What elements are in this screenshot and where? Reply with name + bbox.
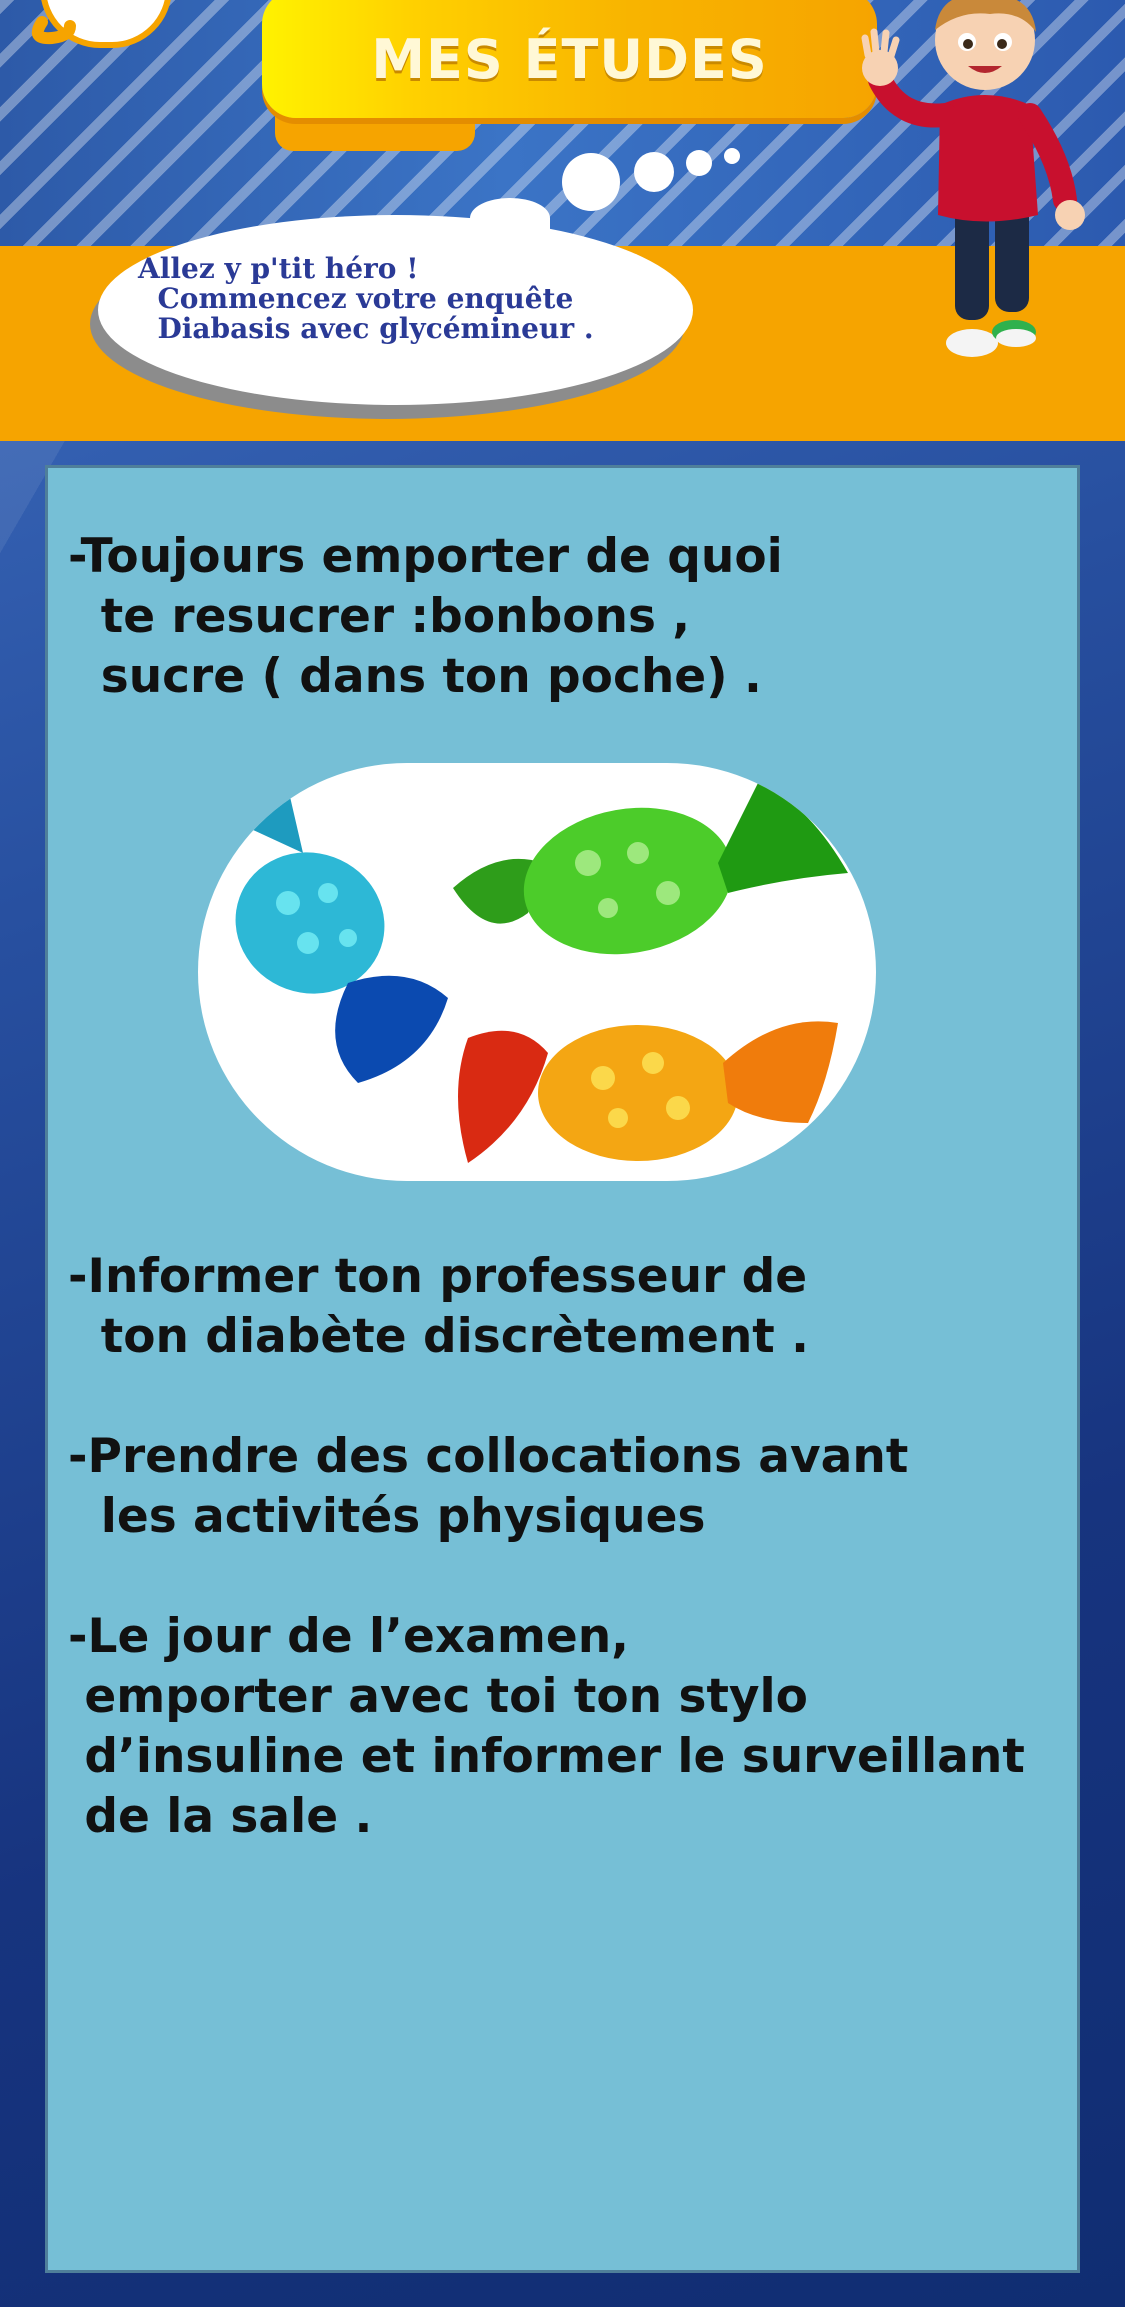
candy-illustration (198, 763, 876, 1181)
thought-dot-tiny (724, 148, 740, 164)
bubble-line-1: Allez y p'tit héro ! (138, 252, 419, 285)
logo-icon[interactable] (30, 0, 180, 52)
candy-blue-icon (235, 788, 448, 1083)
tip4-line-4: de la sale . (68, 1789, 373, 1844)
tip-snacks-before-activity: -Prendre des collocations avant les acti… (68, 1427, 908, 1547)
title-banner: MES ÉTUDES (262, 0, 877, 118)
tip1-line-2: te resucrer :bonbons , (68, 589, 691, 644)
candy-orange-icon (458, 1021, 838, 1163)
bubble-line-2: Commencez votre enquête (138, 282, 574, 315)
tip2-line-2: ton diabète discrètement . (68, 1309, 809, 1364)
page-title: MES ÉTUDES (371, 27, 768, 91)
tip4-line-3: d’insuline et informer le surveillant (68, 1729, 1025, 1784)
tip1-line-3: sucre ( dans ton poche) . (68, 649, 762, 704)
thought-dot-medium (634, 152, 674, 192)
tip3-line-1: -Prendre des collocations avant (68, 1429, 909, 1484)
thought-dot-large (562, 153, 620, 211)
bubble-line-3: Diabasis avec glycémineur . (138, 312, 594, 345)
content-panel (45, 465, 1080, 2273)
candy-green-icon (453, 783, 848, 955)
tip-exam-day: -Le jour de l’examen, emporter avec toi … (68, 1607, 1025, 1847)
speech-bubble-text: Allez y p'tit héro ! Commencez votre enq… (138, 254, 698, 344)
tip4-line-1: -Le jour de l’examen, (68, 1609, 630, 1664)
tip4-line-2: emporter avec toi ton stylo (68, 1669, 808, 1724)
tip1-line-1: -Toujours emporter de quoi (68, 529, 783, 584)
tip-carry-sugar: -Toujours emporter de quoi te resucrer :… (68, 527, 783, 707)
logo-swirl (31, 16, 76, 45)
tip2-line-1: -Informer ton professeur de (68, 1249, 808, 1304)
thought-dot-small (686, 150, 712, 176)
tip-inform-teacher: -Informer ton professeur de ton diabète … (68, 1247, 809, 1367)
tip3-line-2: les activités physiques (68, 1489, 706, 1544)
boy-character-illustration (861, 0, 1085, 357)
